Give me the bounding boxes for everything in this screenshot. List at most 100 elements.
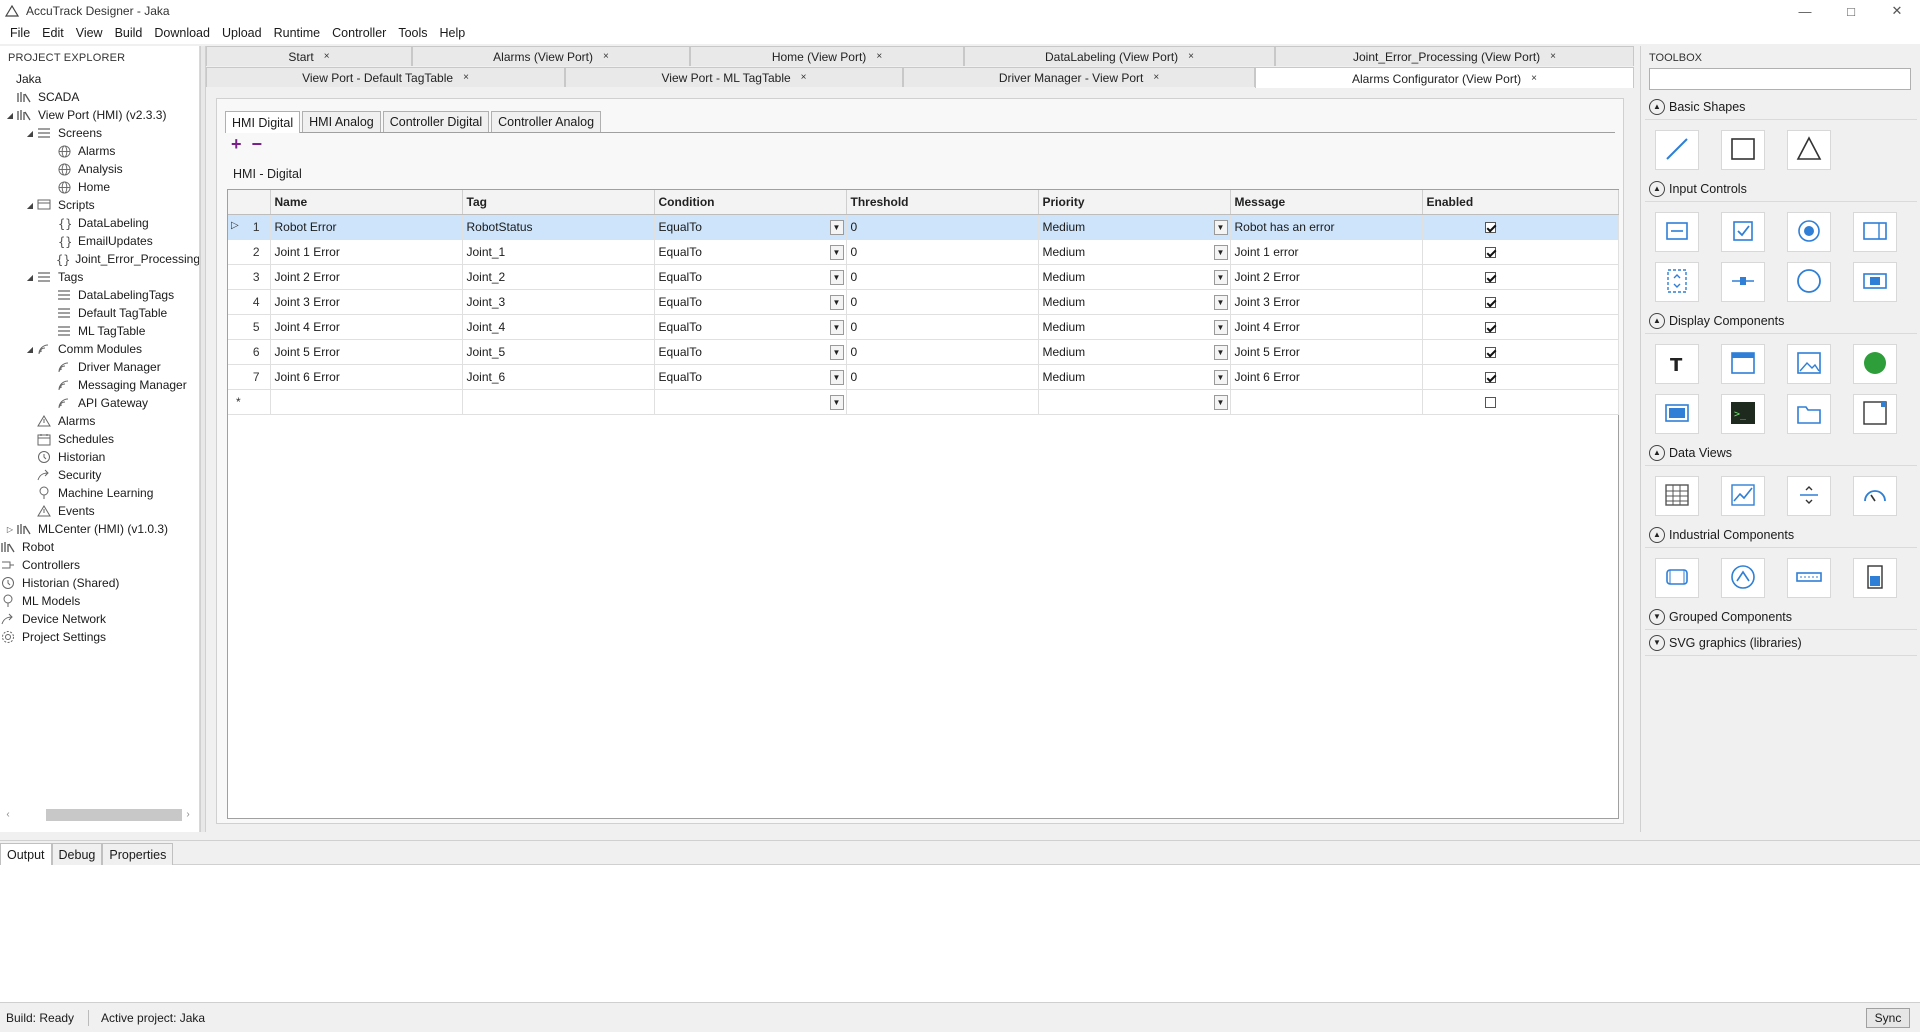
close-tab-icon[interactable]: ×	[463, 72, 469, 83]
menu-tools[interactable]: Tools	[392, 22, 433, 44]
toolbox-item-line[interactable]	[1655, 130, 1699, 170]
menu-edit[interactable]: Edit	[36, 22, 70, 44]
sync-button[interactable]: Sync	[1866, 1008, 1910, 1028]
tab-hmi-digital[interactable]: HMI Digital	[225, 111, 301, 133]
tree-item[interactable]: ▷ MLCenter (HMI) (v1.0.3)	[0, 520, 199, 538]
table-row[interactable]: 6 Joint 5 Error Joint_5 EqualTo ▼ 0 Medium ▼ Joi…	[228, 339, 1619, 365]
tree-item[interactable]: Schedules	[0, 430, 199, 448]
cell-priority[interactable]: Medium ▼	[1038, 339, 1231, 365]
table-row[interactable]: 3 Joint 2 Error Joint_2 EqualTo ▼ 0 Medium ▼ Joi…	[228, 264, 1619, 290]
tree-item[interactable]: {} DataLabeling	[0, 214, 199, 232]
tree-item[interactable]: ML Models	[0, 592, 199, 610]
enabled-checkbox[interactable]	[1484, 396, 1496, 408]
toolbox-section-header[interactable]: ▲ Input Controls	[1645, 176, 1917, 202]
close-tab-icon[interactable]: ×	[876, 51, 882, 62]
row-number[interactable]: 7	[228, 364, 271, 390]
toolbox-item-radio[interactable]	[1787, 212, 1831, 252]
column-header-condition[interactable]: Condition	[654, 190, 847, 215]
toolbox-item-window[interactable]	[1721, 344, 1765, 384]
tab-output[interactable]: Output	[0, 843, 52, 865]
cell-tag[interactable]: RobotStatus	[462, 214, 655, 240]
tree-item[interactable]: API Gateway	[0, 394, 199, 412]
cell-tag[interactable]: Joint_1	[462, 239, 655, 265]
close-tab-icon[interactable]: ×	[1550, 51, 1556, 62]
cell-condition[interactable]: EqualTo ▼	[654, 214, 847, 240]
toolbox-item-spinner[interactable]	[1655, 262, 1699, 302]
tree-item[interactable]: Historian	[0, 448, 199, 466]
cell-enabled[interactable]	[1422, 339, 1619, 365]
tree-item[interactable]: ◢ Comm Modules	[0, 340, 199, 358]
cell-tag[interactable]: Joint_5	[462, 339, 655, 365]
collapse-icon[interactable]: ▲	[1649, 98, 1665, 115]
tree-item[interactable]: Jaka	[0, 70, 199, 88]
cell-tag[interactable]: Joint_3	[462, 289, 655, 315]
table-row[interactable]: 2 Joint 1 Error Joint_1 EqualTo ▼ 0 Medium ▼ Joi…	[228, 239, 1619, 265]
toolbox-item-table[interactable]	[1655, 476, 1699, 516]
cell-priority[interactable]: Medium ▼	[1038, 239, 1231, 265]
cell-tag[interactable]: Joint_6	[462, 364, 655, 390]
table-row[interactable]: 7 Joint 6 Error Joint_6 EqualTo ▼ 0 Medium ▼ Joi…	[228, 364, 1619, 390]
close-tab-icon[interactable]: ×	[801, 72, 807, 83]
chevron-down-icon[interactable]: ▼	[1213, 269, 1228, 285]
toolbox-section-header[interactable]: ▲ Industrial Components	[1645, 522, 1917, 548]
enabled-checkbox[interactable]	[1484, 346, 1496, 358]
chevron-down-icon[interactable]: ▼	[829, 269, 844, 285]
chevron-down-icon[interactable]: ▼	[1213, 219, 1228, 235]
cell-condition[interactable]: EqualTo ▼	[654, 239, 847, 265]
document-tab[interactable]: Alarms (View Port) ×	[412, 46, 690, 66]
cell-threshold[interactable]: 0	[846, 289, 1039, 315]
tree-item[interactable]: Project Settings	[0, 628, 199, 646]
tree-item[interactable]: {} Joint_Error_Processing	[0, 250, 199, 268]
close-window-button[interactable]: ✕	[1874, 0, 1920, 22]
cell-condition[interactable]: EqualTo ▼	[654, 314, 847, 340]
column-header-tag[interactable]: Tag	[462, 190, 655, 215]
chevron-down-icon[interactable]: ▼	[1213, 319, 1228, 335]
enabled-checkbox[interactable]	[1484, 371, 1496, 383]
cell-name[interactable]: Joint 4 Error	[270, 314, 463, 340]
chevron-down-icon[interactable]: ▼	[829, 294, 844, 310]
document-tab[interactable]: Home (View Port) ×	[690, 46, 964, 66]
cell-message[interactable]: Joint 3 Error	[1230, 289, 1423, 315]
menu-controller[interactable]: Controller	[326, 22, 392, 44]
toolbox-item-panel[interactable]	[1655, 394, 1699, 434]
toolbox-item-folder[interactable]	[1787, 394, 1831, 434]
cell-priority[interactable]: Medium ▼	[1038, 314, 1231, 340]
maximize-button[interactable]: □	[1828, 0, 1874, 22]
cell-message[interactable]: Joint 2 Error	[1230, 264, 1423, 290]
tree-item[interactable]: ◢ Scripts	[0, 196, 199, 214]
cell-threshold[interactable]: 0	[846, 214, 1039, 240]
tree-item[interactable]: Machine Learning	[0, 484, 199, 502]
chevron-down-icon[interactable]: ▼	[1213, 394, 1228, 410]
collapse-icon[interactable]: ◢	[4, 106, 16, 124]
new-cell-priority[interactable]: ▼	[1038, 389, 1231, 415]
tree-item[interactable]: ML TagTable	[0, 322, 199, 340]
new-cell-enabled[interactable]	[1422, 389, 1619, 415]
collapse-icon[interactable]: ▲	[1649, 180, 1665, 197]
tree-item[interactable]: Driver Manager	[0, 358, 199, 376]
tree-item[interactable]: Default TagTable	[0, 304, 199, 322]
cell-enabled[interactable]	[1422, 289, 1619, 315]
cell-condition[interactable]: EqualTo ▼	[654, 289, 847, 315]
collapse-icon[interactable]: ▲	[1649, 526, 1665, 543]
toolbox-item-circle[interactable]	[1787, 262, 1831, 302]
document-tab[interactable]: Driver Manager - View Port ×	[903, 67, 1255, 87]
cell-threshold[interactable]: 0	[846, 339, 1039, 365]
menu-file[interactable]: File	[4, 22, 36, 44]
tree-item[interactable]: Robot	[0, 538, 199, 556]
toolbox-item-rectangle[interactable]	[1721, 130, 1765, 170]
toolbox-item-conveyor[interactable]	[1787, 558, 1831, 598]
cell-name[interactable]: Robot Error	[270, 214, 463, 240]
table-row[interactable]: 5 Joint 4 Error Joint_4 EqualTo ▼ 0 Medium ▼ Joi…	[228, 314, 1619, 340]
toolbox-item-terminal[interactable]: >_	[1721, 394, 1765, 434]
tab-controller-analog[interactable]: Controller Analog	[491, 111, 602, 132]
column-header-enabled[interactable]: Enabled	[1422, 190, 1619, 215]
scroll-left-icon[interactable]: ‹	[0, 806, 16, 822]
add-row-button[interactable]: +	[231, 135, 242, 153]
document-tab[interactable]: View Port - ML TagTable ×	[565, 67, 903, 87]
collapse-icon[interactable]: ◢	[24, 124, 36, 142]
scroll-right-icon[interactable]: ›	[180, 806, 196, 822]
expand-icon[interactable]: ▼	[1649, 634, 1665, 651]
toolbox-item-triangle[interactable]	[1787, 130, 1831, 170]
tree-item[interactable]: Historian (Shared)	[0, 574, 199, 592]
cell-message[interactable]: Joint 5 Error	[1230, 339, 1423, 365]
